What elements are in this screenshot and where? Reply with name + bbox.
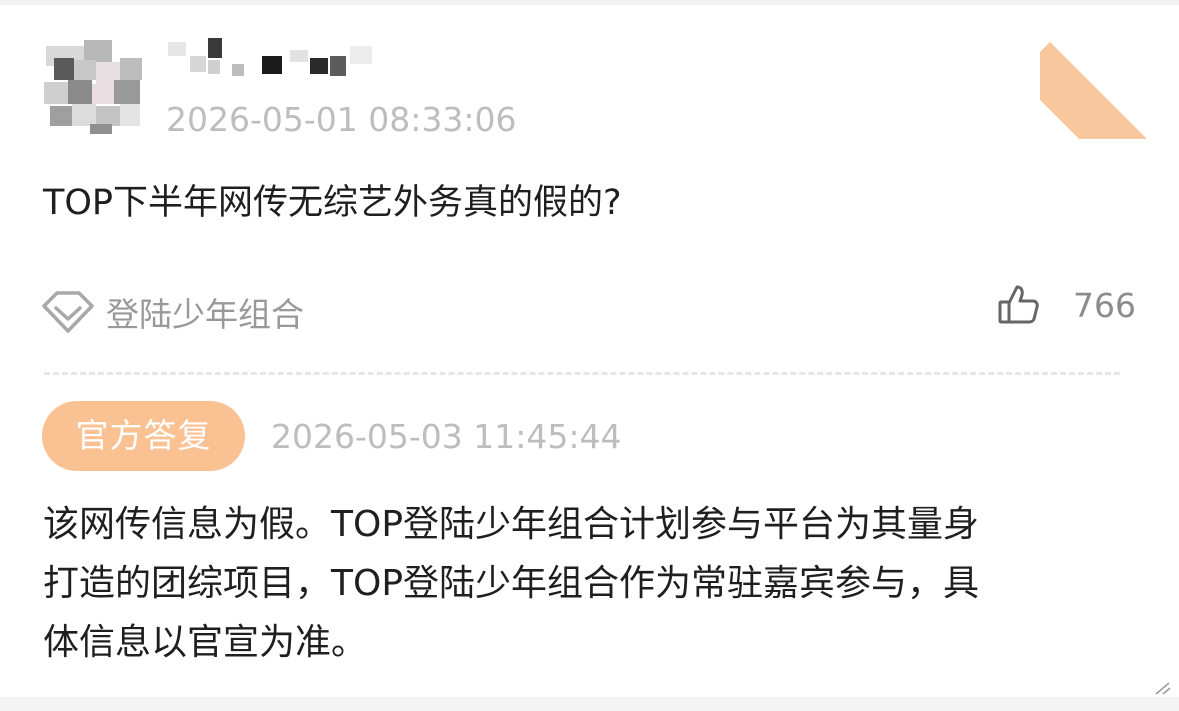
answer-timestamp: 2026-05-03 11:45:44 — [271, 417, 622, 456]
replied-ribbon: 已回复 — [1040, 0, 1179, 139]
thumbs-up-icon — [998, 285, 1039, 324]
answer-line: 打造的团综项目，TOP登陆少年组合作为常驻嘉宾参与，具 — [43, 563, 980, 604]
topic-label: 登陆少年组合 — [106, 295, 304, 334]
topic-link[interactable]: 登陆少年组合 — [40, 288, 304, 336]
question-timestamp: 2026-05-01 08:33:06 — [166, 100, 517, 139]
username-blurred[interactable] — [150, 36, 390, 86]
like-count: 766 — [1073, 285, 1136, 325]
top-separator — [0, 0, 1179, 5]
answer-line: 体信息以官宣为准。 — [43, 622, 368, 663]
dashed-divider — [44, 372, 1120, 375]
resize-handle-icon — [1155, 682, 1171, 695]
like-button[interactable]: 766 — [995, 282, 1136, 328]
answer-text: 该网传信息为假。TOP登陆少年组合计划参与平台为其量身 打造的团综项目，TOP登… — [43, 495, 1153, 672]
qa-card: 2026-05-01 08:33:06 已回复 TOP下半年网传无综艺外务真的假… — [0, 0, 1179, 711]
avatar[interactable] — [36, 36, 152, 136]
official-reply-badge: 官方答复 — [42, 401, 245, 471]
question-text: TOP下半年网传无综艺外务真的假的? — [43, 183, 622, 223]
diamond-icon — [42, 291, 94, 333]
bottom-separator — [0, 697, 1179, 711]
answer-line: 该网传信息为假。TOP登陆少年组合计划参与平台为其量身 — [43, 504, 980, 545]
